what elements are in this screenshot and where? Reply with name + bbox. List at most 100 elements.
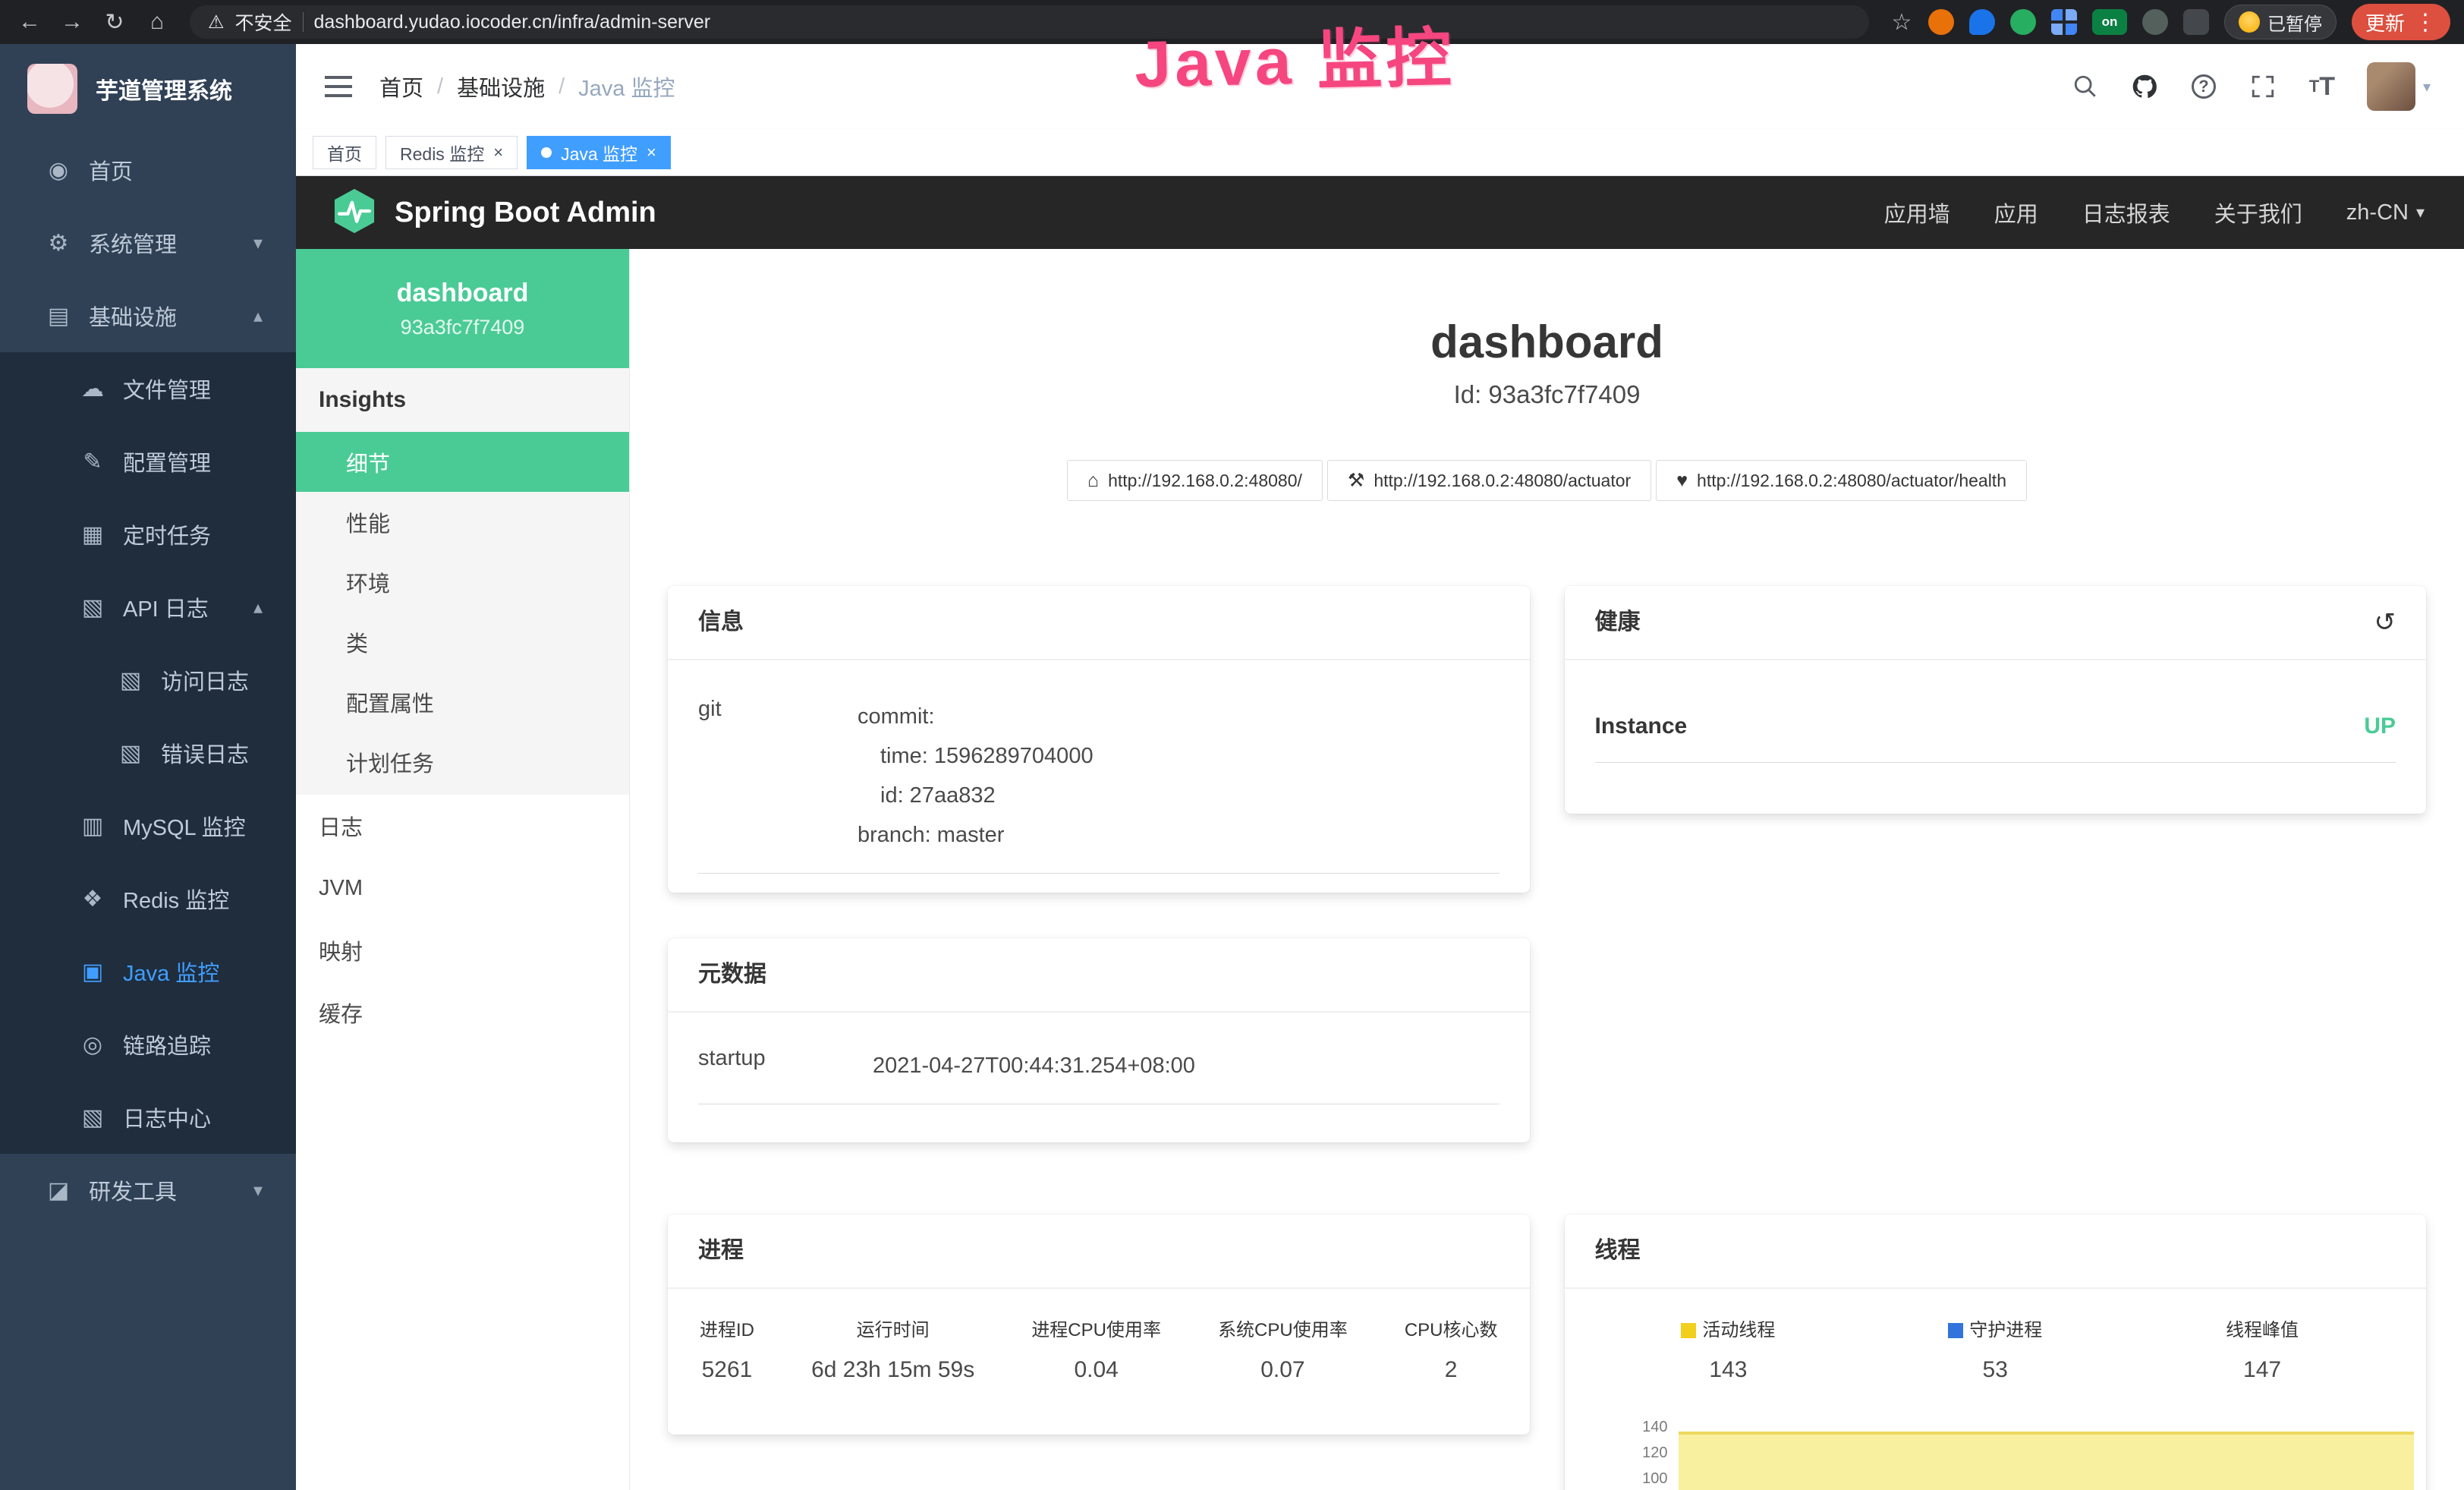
close-icon[interactable]: × [493,143,503,162]
git-info-row: git commit: time: 1596289704000 id: 27aa… [698,697,1499,874]
log-icon: ▧ [114,667,147,694]
tag-label: Java 监控 [561,140,637,165]
sidebar-item-label: 研发工具 [89,1174,177,1206]
sidebar-item-label: 配置管理 [123,446,211,477]
sba-item-logfile[interactable]: 日志 [296,795,629,857]
brand-area[interactable]: 芋道管理系统 [0,44,296,134]
instance-home-link[interactable]: ⌂ http://192.168.0.2:48080/ [1067,460,1323,501]
sidebar-item-file-manage[interactable]: ☁ 文件管理 [0,352,296,425]
extension-icon-on-badge[interactable]: on [2092,9,2127,35]
sidebar-item-dev-tools[interactable]: ◪ 研发工具 ▾ [0,1154,296,1227]
sidebar-item-infrastructure[interactable]: ▤ 基础设施 ▴ [0,279,296,352]
browser-back-button[interactable]: ← [14,9,46,35]
cards-right-column: 健康 ↺ Instance UP [1565,586,2427,1490]
sba-item-environment[interactable]: 环境 [296,552,629,612]
process-card: 进程 进程ID 5261 运行时间 6d 23h 15m 5 [668,1214,1530,1435]
sidebar-item-config-manage[interactable]: ✎ 配置管理 [0,425,296,498]
log-icon: ▧ [114,740,147,767]
gear-icon: ⚙ [42,230,75,257]
security-label[interactable]: 不安全 [235,8,292,36]
instance-actuator-link[interactable]: ⚒ http://192.168.0.2:48080/actuator [1327,460,1651,501]
tag-java-monitor[interactable]: Java 监控 × [527,136,671,169]
sidebar-item-tracing[interactable]: ◎ 链路追踪 [0,1008,296,1081]
url-text: dashboard.yudao.iocoder.cn/infra/admin-s… [314,11,711,33]
legend-peak-threads: 线程峰值 147 [2129,1319,2396,1384]
sba-item-caches[interactable]: 缓存 [296,981,629,1044]
sidebar-item-scheduled-jobs[interactable]: ▦ 定时任务 [0,498,296,571]
sba-item-metrics[interactable]: 性能 [296,492,629,552]
chart-area-fill [1679,1432,2415,1490]
sba-item-mappings[interactable]: 映射 [296,919,629,981]
chevron-up-icon: ▴ [253,597,263,619]
sba-item-scheduled-tasks[interactable]: 计划任务 [296,732,629,792]
extensions-puzzle-icon[interactable] [2183,9,2209,35]
schedule-icon: ▦ [76,521,109,548]
kebab-menu-icon[interactable]: ⋮ [2414,9,2437,36]
sidebar-item-mysql-monitor[interactable]: ▥ MySQL 监控 [0,789,296,862]
page-subtitle: Id: 93a3fc7f7409 [630,380,2464,410]
sba-item-classes[interactable]: 类 [296,612,629,672]
extension-icon-green[interactable] [2010,9,2036,35]
instance-id: 93a3fc7f7409 [401,316,525,339]
sba-locale-select[interactable]: zh-CN ▾ [2346,200,2425,225]
legend-live-threads: 活动线程 143 [1595,1319,1862,1384]
browser-home-button[interactable]: ⌂ [141,9,173,35]
sba-item-config-props[interactable]: 配置属性 [296,672,629,732]
extension-icon-drop[interactable] [1969,9,1995,35]
user-menu[interactable]: ▾ [2367,62,2431,111]
font-size-icon[interactable]: TT [2308,72,2337,101]
breadcrumb-home[interactable]: 首页 [379,71,423,102]
sidebar-item-error-logs[interactable]: ▧ 错误日志 [0,717,296,789]
tag-redis-monitor[interactable]: Redis 监控 × [385,136,518,169]
paused-badge[interactable]: 已暂停 [2224,5,2337,39]
browser-forward-button[interactable]: → [56,9,88,35]
bookmark-star-icon[interactable]: ☆ [1886,9,1918,36]
tag-home[interactable]: 首页 [313,136,376,169]
tag-label: 首页 [327,140,362,165]
sba-item-jvm[interactable]: JVM [296,857,629,919]
sba-group-insights[interactable]: Insights [296,368,629,432]
history-icon[interactable]: ↺ [2374,609,2396,636]
help-icon[interactable]: ? [2189,72,2218,101]
info-card: 信息 git commit: time: 1596289704000 id: 2… [668,586,1530,893]
health-card: 健康 ↺ Instance UP [1565,586,2427,814]
sba-brand-title[interactable]: Spring Boot Admin [395,197,656,229]
sidebar-item-label: 文件管理 [123,373,211,405]
health-instance-label: Instance [1595,713,1688,739]
address-bar[interactable]: ⚠ 不安全 dashboard.yudao.iocoder.cn/infra/a… [190,5,1869,39]
java-monitor-icon: ▣ [76,959,109,985]
sidebar-item-label: 定时任务 [123,518,211,550]
sidebar-item-label: 访问日志 [161,664,249,696]
instance-health-link[interactable]: ♥ http://192.168.0.2:48080/actuator/heal… [1656,460,2027,501]
sba-instance-header[interactable]: dashboard 93a3fc7f7409 [296,249,629,368]
hamburger-icon[interactable] [322,70,355,103]
log-icon: ▧ [76,594,109,621]
sba-item-details[interactable]: 细节 [296,432,629,492]
cloud-icon: ☁ [76,376,109,402]
sba-logo-icon[interactable] [331,187,378,238]
close-icon[interactable]: × [647,143,656,162]
sidebar-item-access-logs[interactable]: ▧ 访问日志 [0,644,296,717]
sidebar-item-system-manage[interactable]: ⚙ 系统管理 ▾ [0,206,296,279]
sidebar-item-api-logs[interactable]: ▧ API 日志 ▴ [0,571,296,644]
sidebar-item-label: 首页 [89,154,133,186]
sidebar-item-redis-monitor[interactable]: ❖ Redis 监控 [0,862,296,935]
sidebar-item-java-monitor[interactable]: ▣ Java 监控 [0,935,296,1008]
browser-update-button[interactable]: 更新 ⋮ [2352,4,2450,40]
sba-nav-about[interactable]: 关于我们 [2214,197,2302,228]
search-icon[interactable] [2071,72,2100,101]
github-icon[interactable] [2130,72,2159,101]
sba-nav-applications[interactable]: 应用 [1994,197,2038,228]
sidebar-item-log-center[interactable]: ▧ 日志中心 [0,1081,296,1154]
extension-icon-orange[interactable] [1928,9,1954,35]
browser-reload-button[interactable]: ↻ [99,9,131,36]
sidebar-item-home[interactable]: ◉ 首页 [0,134,296,206]
instance-name: dashboard [397,279,529,308]
extension-icon-leaf[interactable] [2142,9,2168,35]
sba-nav-journal[interactable]: 日志报表 [2082,197,2170,228]
tags-bar: 首页 Redis 监控 × Java 监控 × [296,129,2464,176]
fullscreen-icon[interactable] [2248,72,2277,101]
sba-nav-wall[interactable]: 应用墙 [1884,197,1950,228]
breadcrumb-section[interactable]: 基础设施 [457,71,545,102]
extension-icon-grid[interactable] [2051,9,2077,35]
